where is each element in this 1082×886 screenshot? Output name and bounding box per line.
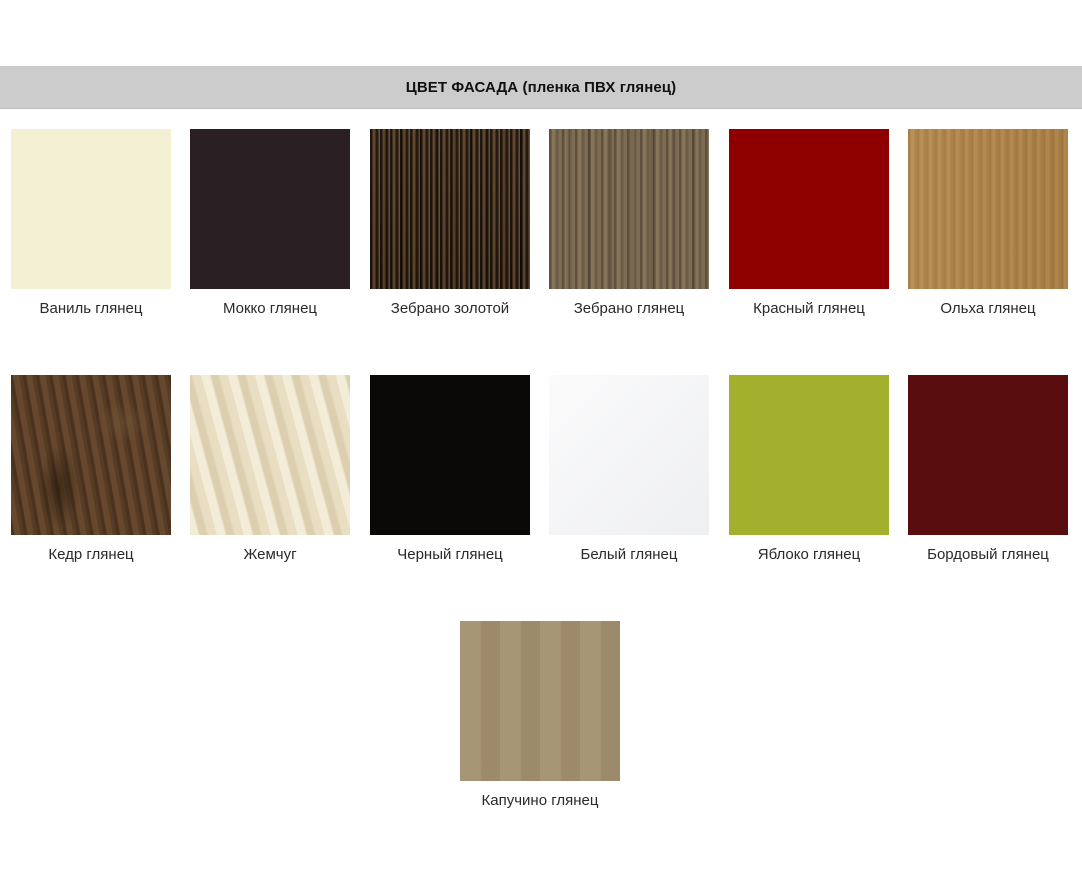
swatch-label: Мокко глянец xyxy=(222,300,318,317)
swatch-item-mokko[interactable]: Мокко глянец xyxy=(190,129,350,317)
swatch-zebrano-gold[interactable] xyxy=(370,129,530,289)
swatch-item-olha[interactable]: Ольха глянец xyxy=(908,129,1068,317)
section-header: ЦВЕТ ФАСАДА (пленка ПВХ глянец) xyxy=(0,66,1082,109)
swatch-kedr[interactable] xyxy=(11,375,171,535)
swatch-label: Белый глянец xyxy=(580,546,678,563)
swatch-mokko[interactable] xyxy=(190,129,350,289)
swatch-label: Ваниль глянец xyxy=(39,300,143,317)
swatch-bordo[interactable] xyxy=(908,375,1068,535)
swatch-apple[interactable] xyxy=(729,375,889,535)
swatch-vanil[interactable] xyxy=(11,129,171,289)
swatch-red[interactable] xyxy=(729,129,889,289)
swatch-label: Черный глянец xyxy=(397,546,503,563)
swatch-label: Бордовый глянец xyxy=(927,546,1049,563)
section-title: ЦВЕТ ФАСАДА (пленка ПВХ глянец) xyxy=(405,78,677,96)
swatch-label: Яблоко глянец xyxy=(757,546,861,563)
swatch-label: Ольха глянец xyxy=(940,300,1036,317)
swatch-zebrano[interactable] xyxy=(549,129,709,289)
swatch-item-zhemchug[interactable]: Жемчуг xyxy=(190,375,350,563)
swatch-label: Красный глянец xyxy=(753,300,865,317)
swatch-label: Капучино глянец xyxy=(481,792,599,809)
swatch-item-apple[interactable]: Яблоко глянец xyxy=(729,375,889,563)
swatch-item-bordo[interactable]: Бордовый глянец xyxy=(908,375,1068,563)
swatch-item-vanil[interactable]: Ваниль глянец xyxy=(11,129,171,317)
swatch-black[interactable] xyxy=(370,375,530,535)
swatch-white[interactable] xyxy=(549,375,709,535)
swatch-item-black[interactable]: Черный глянец xyxy=(370,375,530,563)
swatch-label: Зебрано глянец xyxy=(573,300,685,317)
swatch-kapuchino[interactable] xyxy=(460,621,620,781)
swatch-item-red[interactable]: Красный глянец xyxy=(729,129,889,317)
swatch-item-zebrano-gold[interactable]: Зебрано золотой xyxy=(370,129,530,317)
swatch-item-kapuchino[interactable]: Капучино глянец xyxy=(460,621,620,809)
swatch-item-kedr[interactable]: Кедр глянец xyxy=(11,375,171,563)
swatch-label: Зебрано золотой xyxy=(390,300,510,317)
swatch-label: Жемчуг xyxy=(243,546,297,563)
swatch-zhemchug[interactable] xyxy=(190,375,350,535)
swatch-item-white[interactable]: Белый глянец xyxy=(549,375,709,563)
swatch-item-zebrano[interactable]: Зебрано глянец xyxy=(549,129,709,317)
swatch-olha[interactable] xyxy=(908,129,1068,289)
swatch-label: Кедр глянец xyxy=(48,546,134,563)
